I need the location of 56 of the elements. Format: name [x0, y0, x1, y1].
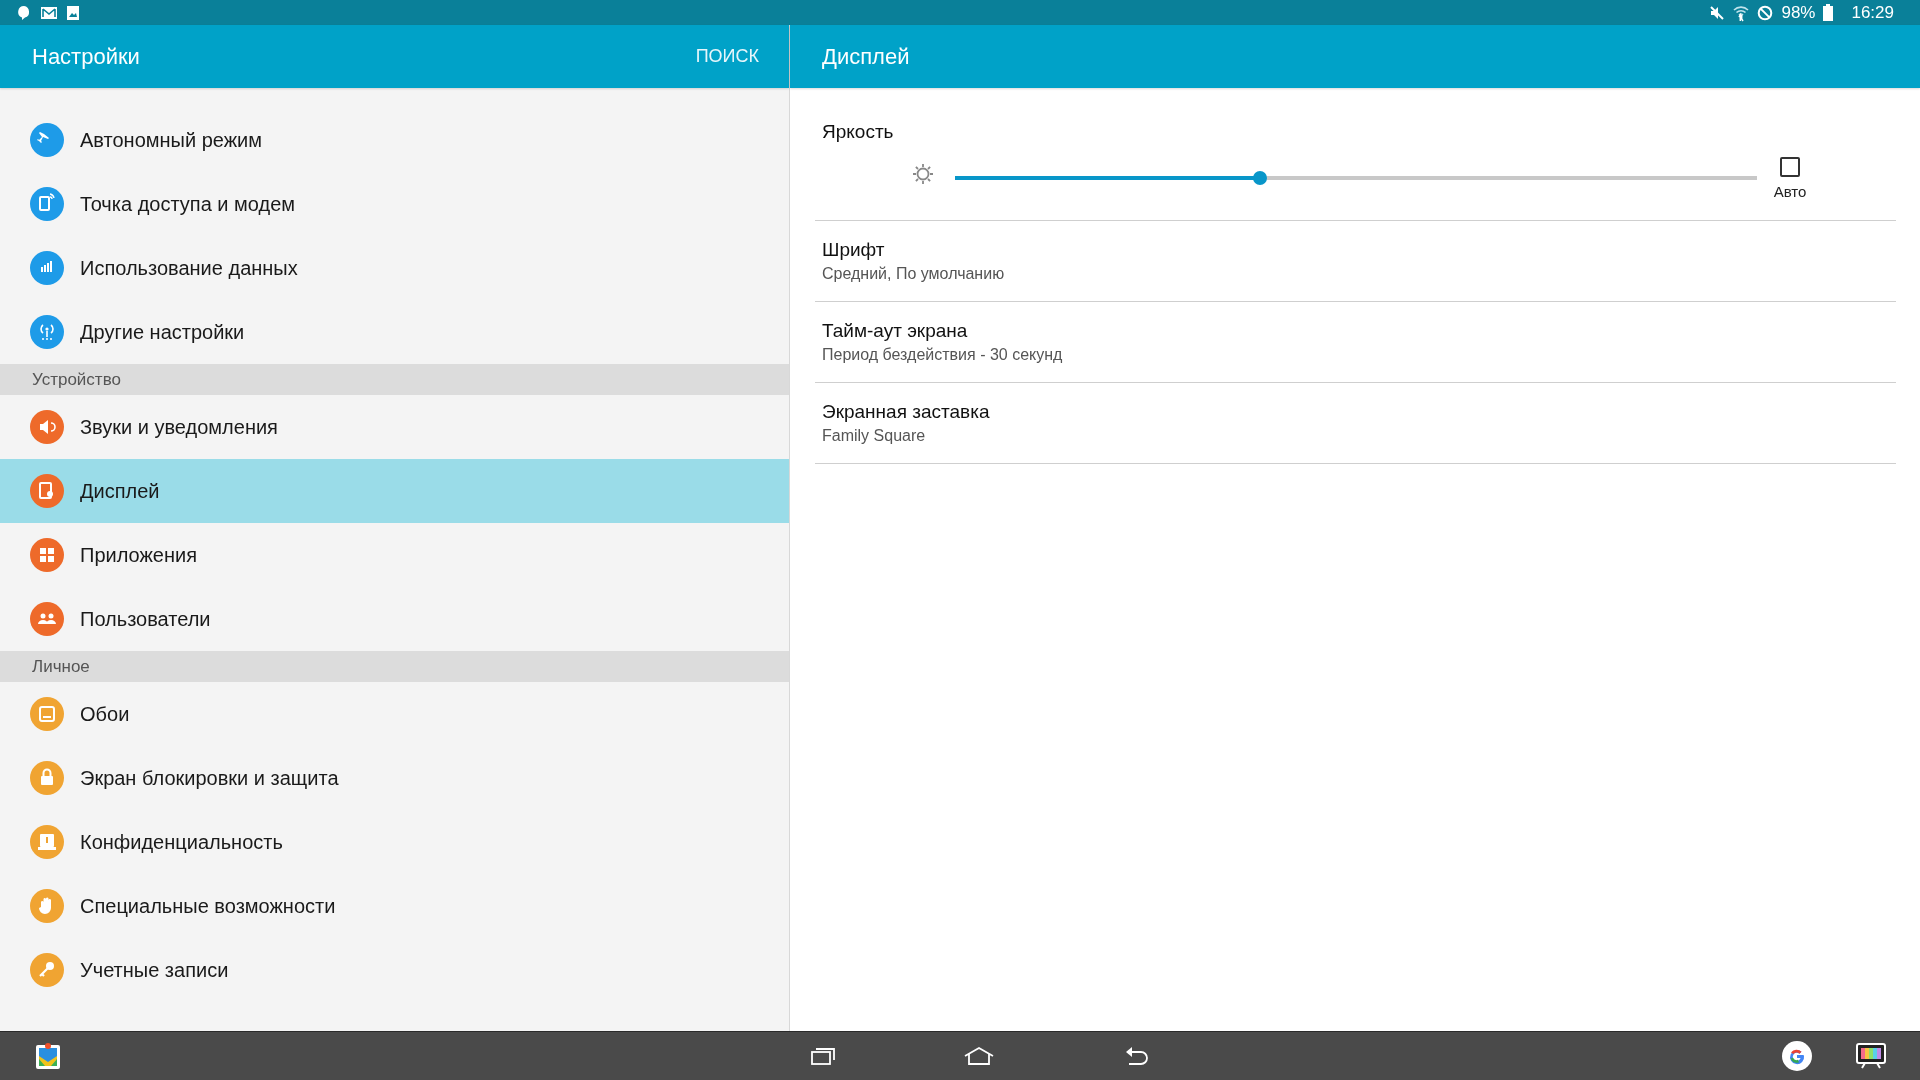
home-icon[interactable]	[962, 1046, 995, 1066]
settings-item[interactable]: Конфиденциальность	[0, 810, 789, 874]
image-icon	[66, 4, 80, 21]
settings-item[interactable]: Учетные записи	[0, 938, 789, 1002]
settings-item[interactable]: Дисплей	[0, 459, 789, 523]
setting-item[interactable]: Экранная заставка Family Square	[815, 383, 1896, 464]
setting-summary: Family Square	[822, 427, 927, 445]
settings-item[interactable]: Пользователи	[0, 587, 789, 651]
section-header: Личное	[0, 651, 789, 682]
bar-chart-icon	[30, 251, 64, 285]
setting-title: Шрифт	[822, 239, 886, 261]
key-icon	[30, 953, 64, 987]
wifi-icon	[1733, 3, 1750, 22]
gallery-app-icon[interactable]	[35, 1042, 61, 1070]
clock: 16:29	[1851, 2, 1894, 23]
mail-icon	[40, 4, 58, 21]
chat-icon	[16, 4, 32, 21]
battery-icon	[1823, 4, 1834, 21]
setting-summary: Средний, По умолчанию	[822, 265, 1006, 283]
phone-signal-icon	[30, 187, 64, 221]
slider-thumb[interactable]	[1252, 171, 1267, 185]
hand-icon	[30, 889, 64, 923]
settings-item[interactable]: Обои	[0, 682, 789, 746]
settings-item[interactable]: Приложения	[0, 523, 789, 587]
blocked-icon	[1757, 4, 1774, 21]
checkbox-label: Авто	[1773, 182, 1807, 200]
settings-item[interactable]: Специальные возможности	[0, 874, 789, 938]
grid-icon	[30, 538, 64, 572]
speaker-icon	[30, 410, 64, 444]
screen-title: Настройки	[32, 43, 140, 70]
recent-apps-icon[interactable]	[810, 1047, 835, 1065]
settings-item[interactable]: Звуки и уведомления	[0, 395, 789, 459]
phone-gear-icon	[30, 474, 64, 508]
section-header: Устройство	[0, 364, 789, 395]
antenna-icon	[30, 315, 64, 349]
mute-icon	[1709, 4, 1726, 21]
setting-title: Экранная заставка	[822, 401, 991, 423]
settings-item[interactable]: Автономный режим	[0, 108, 789, 172]
settings-item[interactable]: Использование данных	[0, 236, 789, 300]
settings-item[interactable]: Точка доступа и модем	[0, 172, 789, 236]
setting-item[interactable]: Тайм-аут экрана Период бездействия - 30 секунд	[815, 302, 1896, 383]
setting-item[interactable]: Шрифт Средний, По умолчанию	[815, 221, 1896, 302]
people-icon	[30, 602, 64, 636]
picture-frame-icon	[30, 697, 64, 731]
settings-item[interactable]: Экран блокировки и защита	[0, 746, 789, 810]
panel-title: Дисплей	[822, 43, 910, 70]
setting-title: Яркость	[821, 120, 895, 144]
screen-mirror-icon[interactable]	[1856, 1043, 1886, 1069]
google-icon[interactable]	[1782, 1041, 1812, 1071]
setting-summary: Период бездействия - 30 секунд	[822, 346, 1064, 364]
battery-percent: 98%	[1781, 2, 1816, 23]
setting-title: Тайм-аут экрана	[822, 320, 969, 342]
auto-checkbox[interactable]	[1780, 156, 1800, 177]
brightness-icon	[912, 163, 934, 185]
settings-item[interactable]: Другие настройки	[0, 300, 789, 364]
lock-icon	[30, 761, 64, 795]
